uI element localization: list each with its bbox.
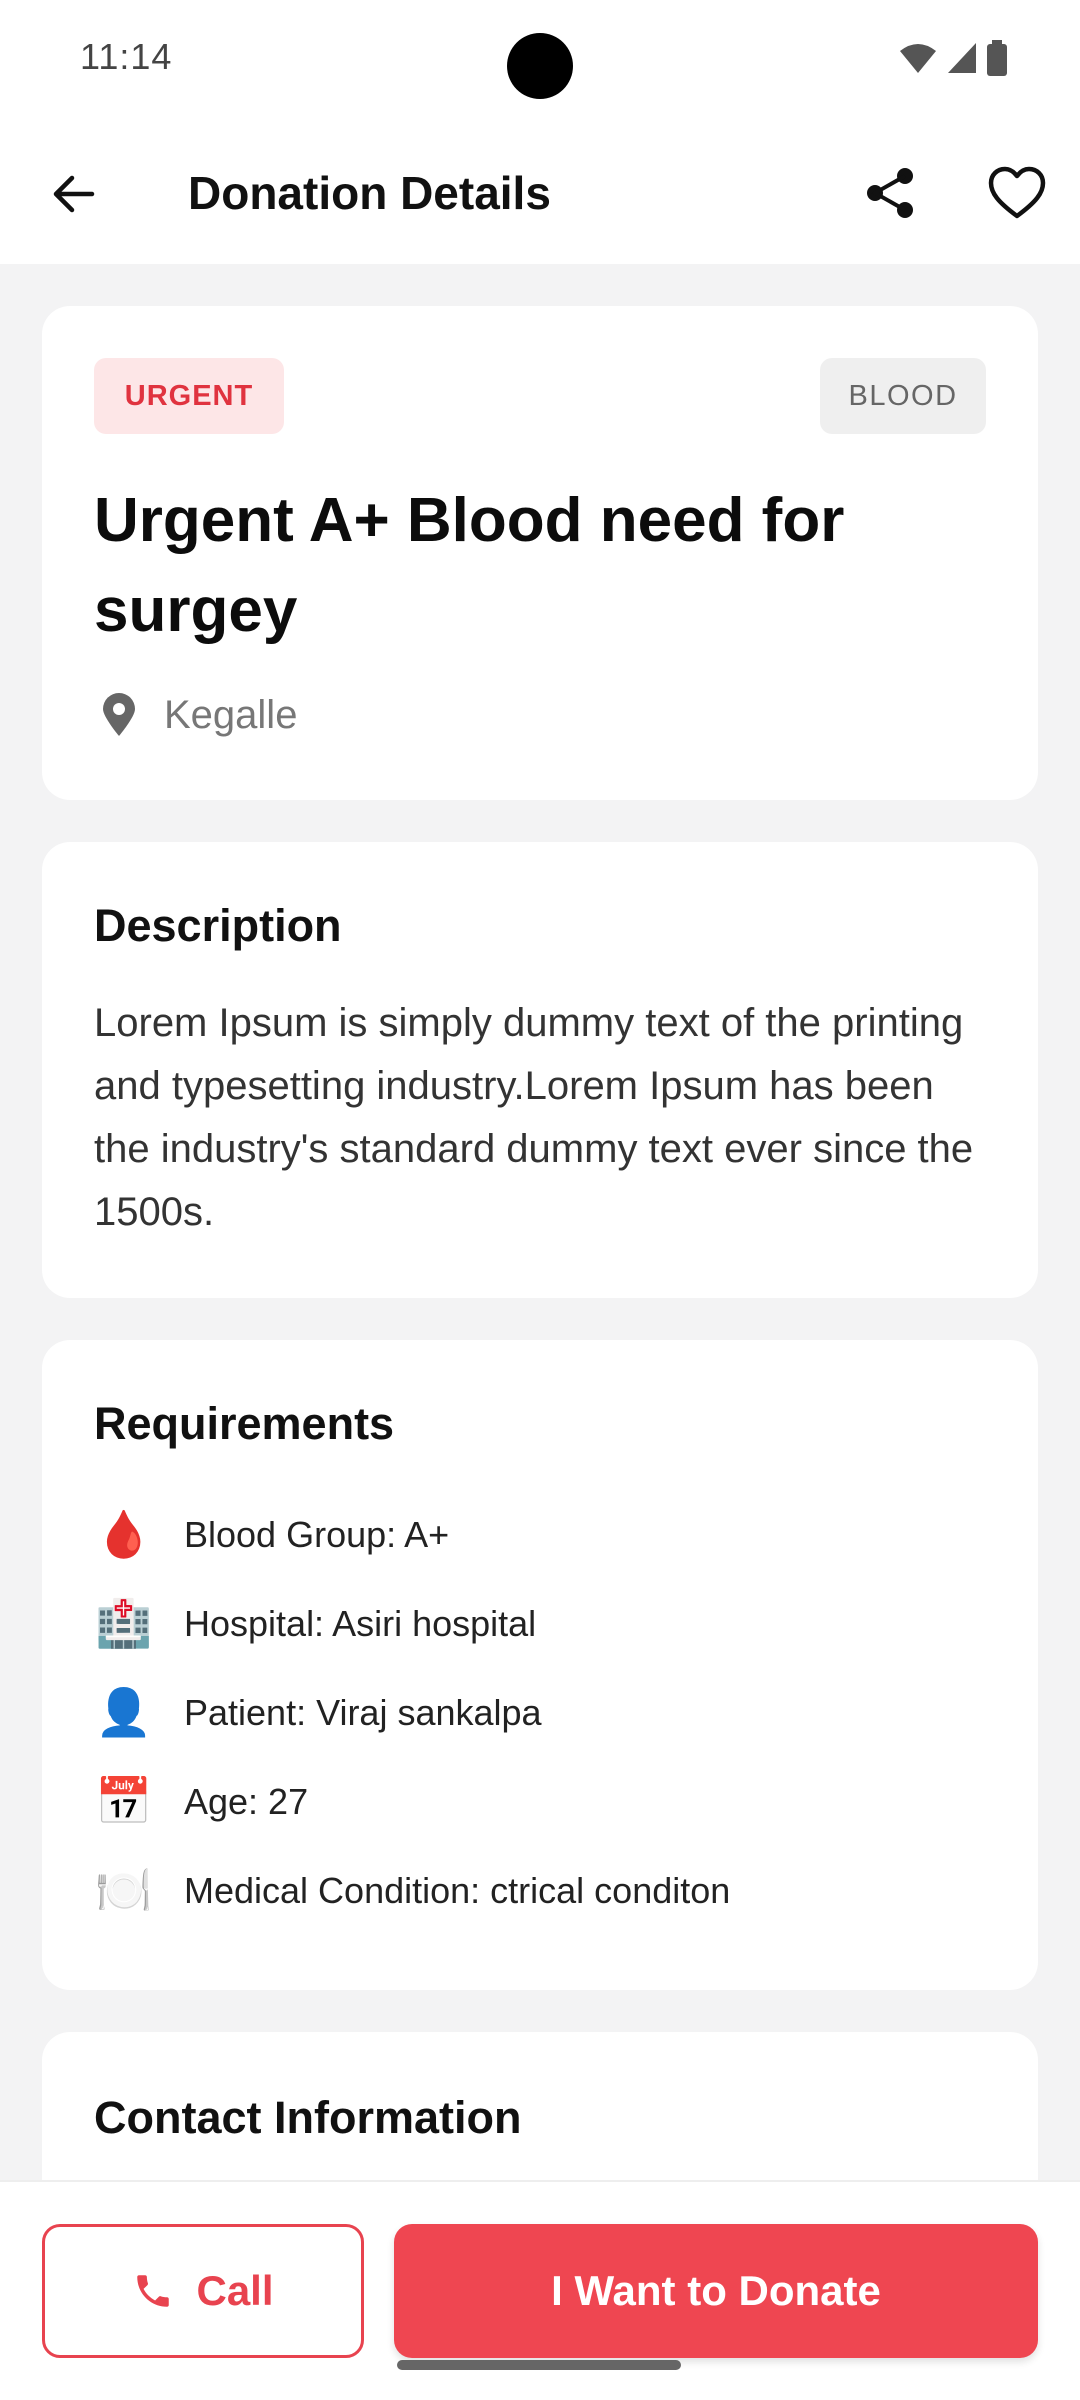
share-icon — [867, 168, 913, 218]
plate-icon: 🍽️ — [95, 1864, 153, 1916]
requirement-label: Blood Group: A+ — [184, 1513, 450, 1555]
call-label: Call — [196, 2267, 274, 2314]
call-button[interactable]: Call — [42, 2224, 364, 2358]
requirement-hospital: 🏥 Hospital: Asiri hospital — [94, 1579, 994, 1668]
camera-cutout — [507, 33, 573, 99]
requirement-label: Patient: Viraj sankalpa — [184, 1691, 542, 1733]
battery-icon — [987, 40, 1007, 76]
back-button[interactable] — [44, 164, 104, 224]
heart-icon — [988, 166, 1046, 219]
description-text: Lorem Ipsum is simply dummy text of the … — [94, 1001, 974, 1234]
donation-type-badge: BLOOD — [820, 358, 986, 434]
status-bar: 11:14 — [0, 0, 1080, 120]
requirement-medical-condition: 🍽️ Medical Condition: ctrical conditon — [94, 1846, 994, 1935]
location-pin-icon — [94, 690, 144, 740]
requirements-card: Requirements 🩸 Blood Group: A+ 🏥 Hospita… — [42, 1340, 1038, 1990]
requirement-patient: 👤 Patient: Viraj sankalpa — [94, 1668, 994, 1757]
phone-icon — [137, 2275, 170, 2307]
home-indicator[interactable] — [397, 2360, 681, 2370]
request-title: Urgent A+ Blood need for surgey — [94, 486, 845, 645]
requirement-label: Medical Condition: ctrical conditon — [184, 1869, 731, 1911]
wifi-icon — [900, 44, 936, 73]
requirements-heading: Requirements — [94, 1398, 395, 1449]
app-bar: Donation Details — [0, 120, 1080, 264]
description-card: Description Lorem Ipsum is simply dummy … — [42, 842, 1038, 1298]
urgent-badge: URGENT — [94, 358, 284, 434]
donate-button[interactable]: I Want to Donate — [394, 2224, 1038, 2358]
calendar-icon: 📅 — [95, 1775, 153, 1827]
requirements-list: 🩸 Blood Group: A+ 🏥 Hospital: Asiri hosp… — [94, 1490, 994, 1935]
status-time: 11:14 — [80, 36, 173, 77]
request-summary-card: URGENT BLOOD Urgent A+ Blood need for su… — [42, 306, 1038, 800]
hospital-icon: 🏥 — [95, 1597, 153, 1649]
location-text: Kegalle — [164, 692, 298, 737]
status-icons — [898, 40, 1008, 76]
requirement-label: Hospital: Asiri hospital — [184, 1602, 537, 1644]
share-button[interactable] — [858, 160, 924, 226]
blood-drop-icon: 🩸 — [95, 1508, 153, 1560]
person-icon: 👤 — [95, 1686, 153, 1738]
requirement-age: 📅 Age: 27 — [94, 1757, 994, 1846]
location: Kegalle — [94, 690, 297, 740]
description-heading: Description — [94, 900, 342, 951]
requirement-blood-group: 🩸 Blood Group: A+ — [94, 1490, 994, 1579]
arrow-left-icon — [53, 175, 95, 213]
favorite-button[interactable] — [984, 160, 1050, 226]
requirement-label: Age: 27 — [184, 1780, 309, 1822]
signal-icon — [948, 43, 976, 73]
contact-heading: Contact Information — [94, 2092, 522, 2143]
page-title: Donation Details — [188, 167, 551, 219]
